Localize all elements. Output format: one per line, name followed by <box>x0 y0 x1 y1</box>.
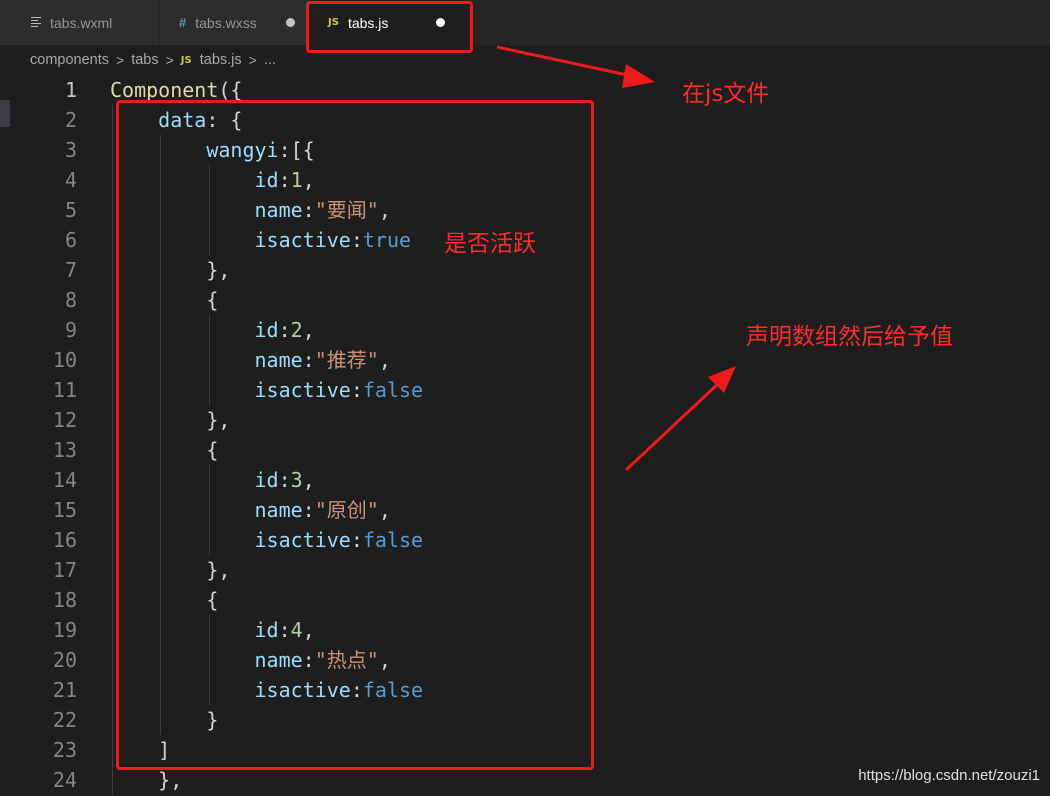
line-number: 23 <box>52 738 77 762</box>
array-note: 声明数组然后给予值 <box>746 324 953 350</box>
hash-icon: # <box>179 15 187 30</box>
code-token: }, <box>110 768 183 792</box>
breadcrumb-item-components[interactable]: components <box>30 52 109 68</box>
line-number: 10 <box>52 348 77 372</box>
line-number: 17 <box>52 558 77 582</box>
code-token: Component <box>110 78 219 102</box>
line-number: 4 <box>64 168 77 192</box>
unsaved-dot-icon[interactable] <box>286 18 295 27</box>
line-number: 20 <box>52 648 77 672</box>
tab-tabs-wxss[interactable]: # tabs.wxss <box>160 0 310 45</box>
breadcrumb-item-symbol[interactable]: ... <box>264 52 276 68</box>
chevron-right-icon: > <box>116 52 125 68</box>
line-number: 1 <box>64 78 77 102</box>
line-number: 7 <box>64 258 77 282</box>
isactive-note: 是否活跃 <box>444 231 536 257</box>
chevron-right-icon: > <box>248 52 257 68</box>
line-number: 8 <box>64 288 77 312</box>
line-number: 14 <box>52 468 77 492</box>
breadcrumb-item-file[interactable]: tabs.js <box>200 52 242 68</box>
line-number: 3 <box>64 138 77 162</box>
line-number: 2 <box>64 108 77 132</box>
line-number: 22 <box>52 708 77 732</box>
line-number: 9 <box>64 318 77 342</box>
tab-tabs-wxml[interactable]: tabs.wxml <box>10 0 160 45</box>
breadcrumb: components > tabs > JS tabs.js > ... <box>0 45 1050 75</box>
line-number: 5 <box>64 198 77 222</box>
editor-tab-bar: tabs.wxml # tabs.wxss JS tabs.js <box>0 0 1050 45</box>
data-array-highlight-box <box>116 100 594 770</box>
line-number: 18 <box>52 588 77 612</box>
line-number: 16 <box>52 528 77 552</box>
tab-label: tabs.wxml <box>50 14 113 31</box>
line-number: 11 <box>52 378 77 402</box>
line-number: 15 <box>52 498 77 522</box>
tab-label: tabs.wxss <box>195 14 257 31</box>
line-number: 19 <box>52 618 77 642</box>
js-file-note: 在js文件 <box>682 81 770 107</box>
line-number: 21 <box>52 678 77 702</box>
line-number: 13 <box>52 438 77 462</box>
active-tab-highlight-box <box>306 1 473 53</box>
chevron-right-icon: > <box>165 52 174 68</box>
js-icon: JS <box>180 54 192 66</box>
line-number: 24 <box>52 768 77 792</box>
watermark: https://blog.csdn.net/zouzi1 <box>858 767 1040 784</box>
breadcrumb-item-tabs[interactable]: tabs <box>131 52 158 68</box>
code-token: ({ <box>218 78 243 102</box>
line-number: 12 <box>52 408 77 432</box>
file-lines-icon <box>31 16 41 27</box>
line-number: 6 <box>64 228 77 252</box>
tab-bar-edge <box>0 0 10 45</box>
